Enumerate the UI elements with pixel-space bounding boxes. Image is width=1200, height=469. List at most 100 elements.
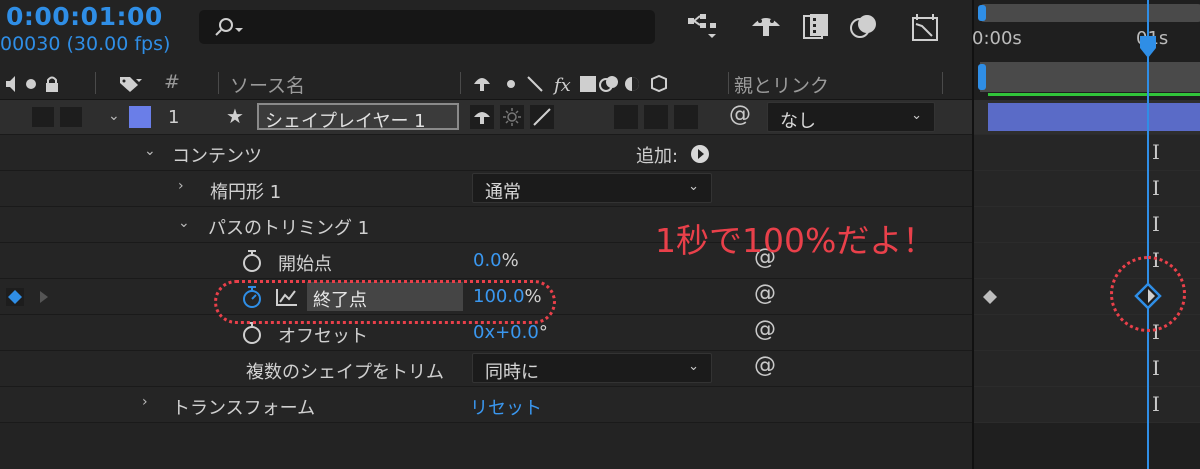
shy-layers-icon[interactable]	[748, 12, 784, 42]
timeline-row: I	[974, 387, 1200, 423]
layer-index: 1	[168, 107, 180, 128]
trim-expand-chevron-icon[interactable]: ⌄	[178, 215, 190, 231]
sun-icon	[503, 108, 521, 126]
trim-paths-label: パスのトリミング 1	[208, 218, 370, 239]
shy-switch-box[interactable]	[470, 105, 494, 129]
timeline-layer-row[interactable]	[974, 100, 1200, 135]
search-icon	[215, 18, 243, 36]
work-area-start-handle[interactable]	[978, 64, 986, 90]
property-group-row[interactable]: › 楕円形 1 通常 ⌄	[0, 171, 972, 207]
timeline-row: I	[974, 171, 1200, 207]
layer-row[interactable]: ⌄ 1 ★ シェイプレイヤー 1 @ なし ⌄	[0, 100, 972, 135]
quality-slash-icon	[533, 108, 551, 126]
av-switch-box[interactable]	[32, 107, 54, 127]
reset-link[interactable]: リセット	[470, 394, 542, 420]
blend-mode-dropdown[interactable]: 通常 ⌄	[472, 173, 712, 203]
trim-multiple-label: 複数のシェイプをトリム	[246, 362, 444, 383]
parent-pickwhip-icon[interactable]: @	[729, 102, 751, 127]
offset-value-group[interactable]: 0x+0.0°	[473, 322, 548, 343]
switch-box[interactable]	[614, 105, 638, 129]
next-keyframe-icon[interactable]	[38, 290, 50, 304]
quality-switch-box[interactable]	[500, 105, 524, 129]
keyframe-highlight-circle	[1110, 256, 1186, 332]
motion-blur-icon[interactable]	[848, 12, 880, 42]
shy-icon	[474, 112, 490, 124]
layer-column-header: # ソース名 fx 親とリンク	[0, 66, 972, 100]
navigator-start-handle[interactable]	[978, 5, 986, 21]
chevron-down-icon: ⌄	[688, 359, 699, 374]
current-time-display[interactable]: 0:00:01:00	[6, 2, 163, 31]
property-group-row[interactable]: › トランスフォーム リセット	[0, 387, 972, 423]
contents-expand-chevron-icon[interactable]: ⌄	[144, 143, 156, 159]
offset-label: オフセット	[278, 326, 368, 347]
empty-area	[0, 423, 972, 469]
timeline-row: I	[974, 207, 1200, 243]
contents-label: コンテンツ	[172, 146, 262, 167]
ibeam-marker-icon: I	[1152, 140, 1160, 164]
frame-blending-icon[interactable]	[800, 12, 832, 42]
annotation-text: 1秒で100%だよ！	[655, 221, 936, 260]
playhead-line[interactable]	[1147, 0, 1149, 469]
layer-name-field[interactable]: シェイプレイヤー 1	[257, 103, 459, 132]
switch-box[interactable]	[674, 105, 698, 129]
chevron-down-icon: ⌄	[911, 108, 922, 123]
column-divider	[942, 72, 943, 94]
start-unit: %	[501, 250, 519, 271]
property-group-row[interactable]: ⌄ コンテンツ 追加:	[0, 135, 972, 171]
ibeam-marker-icon: I	[1152, 176, 1160, 200]
start-value[interactable]: 0.0	[473, 250, 502, 271]
layer-duration-bar[interactable]	[988, 103, 1200, 131]
comp-flowchart-icon[interactable]	[686, 12, 720, 42]
start-label: 開始点	[278, 254, 332, 275]
blend-mode-value: 通常	[485, 182, 521, 203]
highlight-ellipse	[214, 280, 556, 324]
ibeam-marker-icon: I	[1152, 356, 1160, 380]
trim-multiple-dropdown[interactable]: 同時に ⌄	[472, 353, 712, 383]
keyframe-start-icon[interactable]	[982, 289, 998, 305]
property-row[interactable]: 複数のシェイプをトリム 同時に ⌄ @	[0, 351, 972, 387]
svg-text:fx: fx	[552, 75, 571, 95]
parent-link-column[interactable]: 親とリンク	[734, 71, 829, 98]
source-name-column[interactable]: ソース名	[230, 71, 305, 98]
work-area-bar[interactable]	[980, 62, 1200, 92]
ibeam-marker-icon: I	[1152, 212, 1160, 236]
label-tag-icon[interactable]	[118, 75, 144, 93]
add-label[interactable]: 追加:	[636, 142, 678, 168]
column-divider	[95, 72, 96, 94]
layer-name: シェイプレイヤー 1	[265, 111, 426, 132]
shape-layer-star-icon: ★	[226, 104, 244, 128]
graph-editor-icon[interactable]	[910, 12, 942, 42]
quality-line-switch-box[interactable]	[530, 105, 554, 129]
ellipse-expand-chevron-icon[interactable]: ›	[178, 178, 184, 194]
render-bar	[988, 93, 1200, 96]
comp-header: 0:00:01:00 00030 (30.00 fps)	[0, 0, 972, 66]
layer-number-column: #	[164, 71, 180, 93]
pickwhip-icon[interactable]: @	[754, 353, 776, 378]
keyframe-diamond-icon[interactable]	[8, 290, 22, 304]
layer-label-color[interactable]	[129, 106, 151, 128]
switches-icons: fx	[474, 74, 667, 95]
lock-switch-box[interactable]	[60, 107, 82, 127]
chevron-down-icon: ⌄	[688, 179, 699, 194]
transform-expand-chevron-icon[interactable]: ›	[142, 394, 148, 410]
column-divider	[728, 72, 729, 94]
stopwatch-icon[interactable]	[241, 321, 263, 345]
stopwatch-icon[interactable]	[241, 249, 263, 273]
frame-rate-display: 00030 (30.00 fps)	[0, 33, 171, 55]
timeline-panel[interactable]: 0:00s 01s I I I I I I I	[972, 0, 1200, 469]
offset-value[interactable]: 0x+0.0	[473, 322, 539, 343]
layer-expand-chevron-icon[interactable]: ⌄	[108, 108, 120, 124]
parent-dropdown[interactable]: なし ⌄	[767, 102, 935, 132]
ellipse-label: 楕円形 1	[210, 182, 282, 203]
trim-multiple-value: 同時に	[485, 362, 539, 383]
pickwhip-icon[interactable]: @	[754, 317, 776, 342]
start-value-group[interactable]: 0.0%	[473, 250, 519, 271]
add-play-icon[interactable]	[690, 144, 710, 164]
pickwhip-icon[interactable]: @	[754, 281, 776, 306]
playhead-handle-icon[interactable]	[1138, 36, 1158, 60]
parent-value: なし	[780, 111, 816, 132]
time-navigator-bar[interactable]	[980, 4, 1200, 22]
audio-video-switch-icon[interactable]	[4, 75, 66, 93]
switch-box[interactable]	[644, 105, 668, 129]
search-input[interactable]	[199, 10, 655, 44]
